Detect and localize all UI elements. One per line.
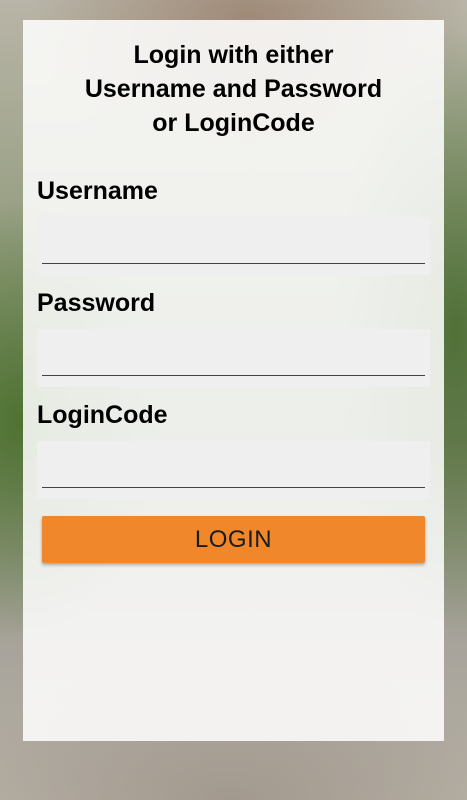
logincode-field-container — [37, 441, 430, 499]
login-title: Login with either Username and Password … — [23, 20, 444, 140]
username-input[interactable] — [42, 223, 425, 264]
logincode-input[interactable] — [42, 447, 425, 488]
title-line-3: or LoginCode — [152, 109, 315, 137]
password-field-container — [37, 329, 430, 387]
logincode-label: LoginCode — [37, 401, 168, 429]
username-label: Username — [37, 177, 158, 205]
password-input[interactable] — [42, 335, 425, 376]
title-line-2: Username and Password — [84, 75, 383, 103]
login-panel: Login with either Username and Password … — [23, 20, 444, 741]
title-line-1: Login with either — [133, 41, 334, 69]
username-field-container — [37, 217, 430, 275]
password-label: Password — [37, 289, 156, 317]
login-button[interactable]: LOGIN — [42, 516, 425, 563]
